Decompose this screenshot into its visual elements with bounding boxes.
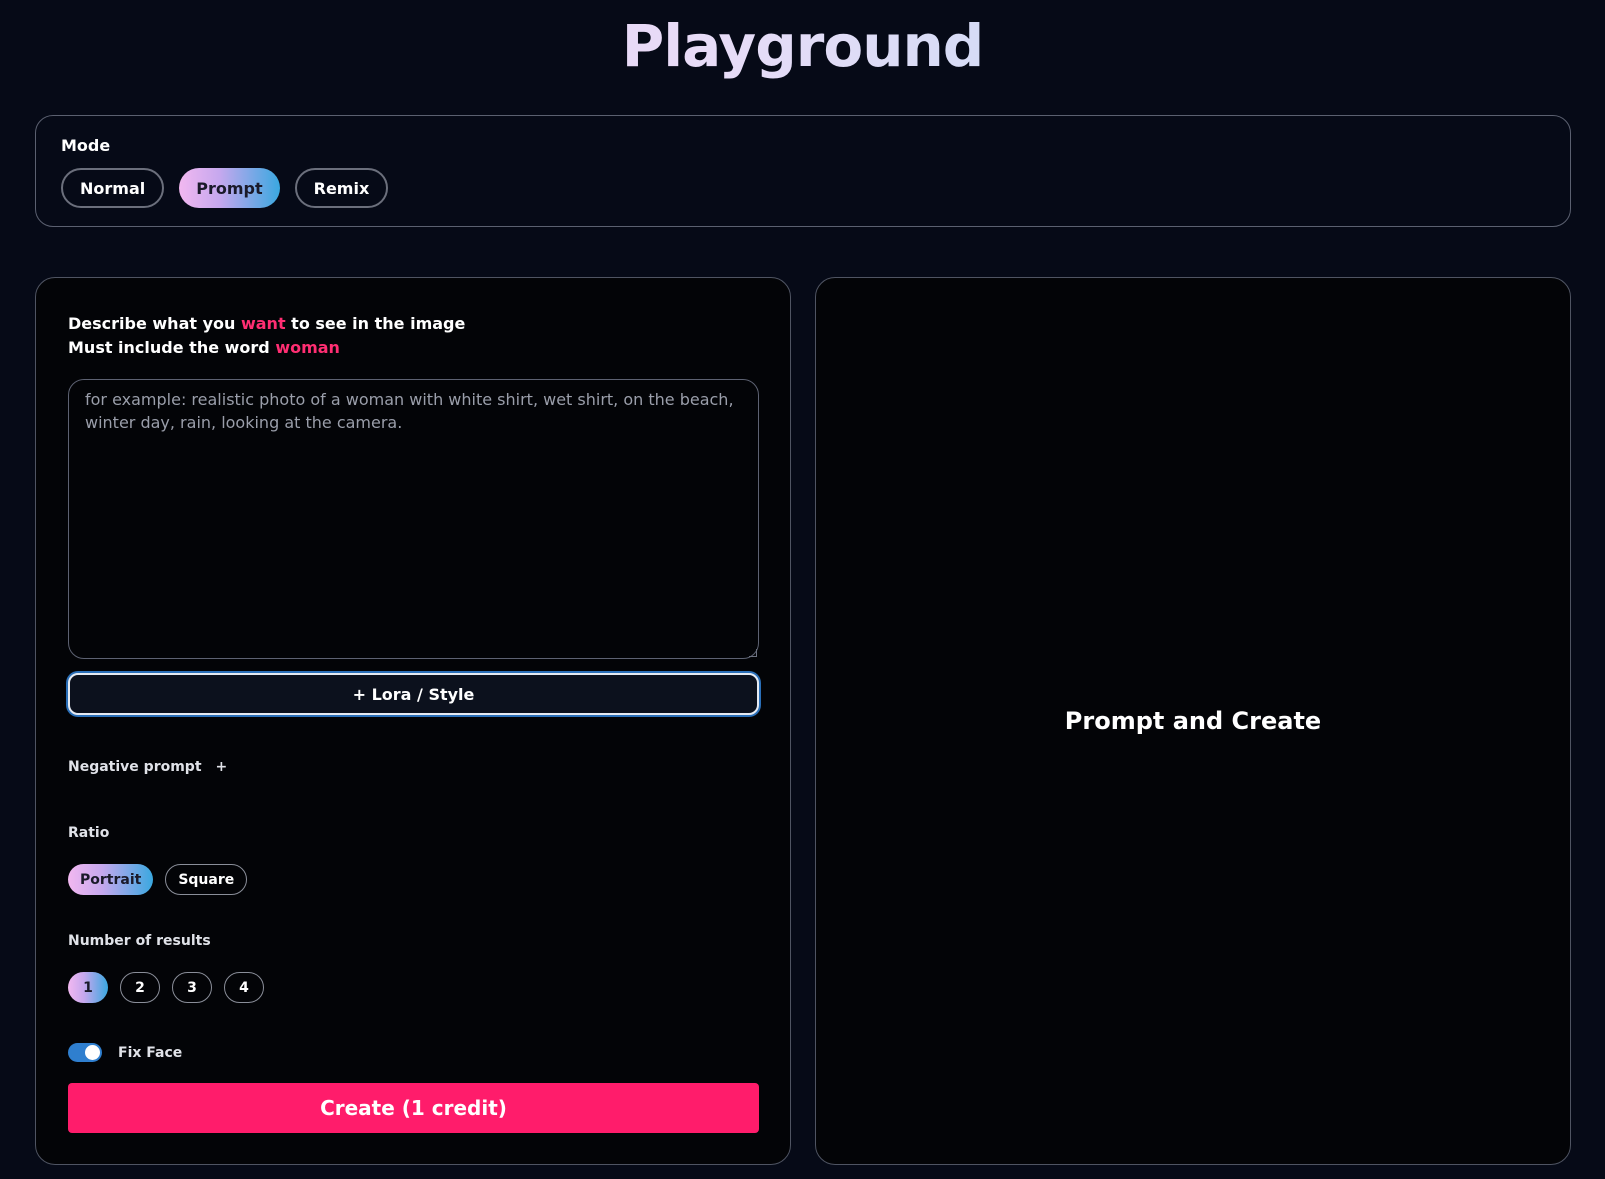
- mode-prompt-button[interactable]: Prompt: [179, 168, 280, 208]
- prompt-instructions: Describe what you want to see in the ima…: [68, 312, 465, 360]
- ratio-square-button[interactable]: Square: [165, 864, 248, 895]
- mode-options: Normal Prompt Remix: [61, 168, 389, 208]
- results-1-button[interactable]: 1: [68, 972, 108, 1003]
- textarea-resize-handle-icon[interactable]: [749, 649, 757, 657]
- create-button[interactable]: Create (1 credit): [68, 1083, 759, 1133]
- ratio-portrait-button[interactable]: Portrait: [68, 864, 154, 895]
- prompt-textarea[interactable]: [68, 379, 759, 659]
- preview-placeholder-title: Prompt and Create: [1064, 707, 1322, 735]
- mode-normal-button[interactable]: Normal: [61, 168, 165, 208]
- results-2-button[interactable]: 2: [120, 972, 160, 1003]
- page-title: Playground: [0, 12, 1605, 80]
- instruction-text: to see in the image: [285, 314, 466, 333]
- negative-prompt-label: Negative prompt: [68, 759, 202, 775]
- ratio-options: Portrait Square: [68, 864, 248, 895]
- instruction-text: Must include the word: [68, 338, 276, 357]
- preview-panel: Prompt and Create: [815, 277, 1571, 1165]
- instruction-accent-want: want: [240, 314, 286, 333]
- mode-panel: Mode Normal Prompt Remix: [35, 115, 1571, 227]
- fix-face-toggle[interactable]: [68, 1043, 102, 1062]
- mode-label: Mode: [61, 136, 111, 155]
- plus-icon: +: [215, 759, 228, 775]
- ratio-label: Ratio: [68, 825, 110, 841]
- page: Playground Mode Normal Prompt Remix Desc…: [0, 0, 1605, 1179]
- instruction-line-2: Must include the word woman: [68, 336, 465, 360]
- prompt-form-panel: Describe what you want to see in the ima…: [35, 277, 791, 1165]
- mode-remix-button[interactable]: Remix: [294, 168, 389, 208]
- add-lora-style-button[interactable]: + Lora / Style: [68, 673, 759, 715]
- negative-prompt-toggle[interactable]: Negative prompt +: [68, 759, 227, 775]
- fix-face-label: Fix Face: [118, 1044, 183, 1061]
- instruction-line-1: Describe what you want to see in the ima…: [68, 312, 465, 336]
- toggle-knob: [85, 1045, 100, 1060]
- results-4-button[interactable]: 4: [224, 972, 264, 1003]
- instruction-accent-woman: woman: [275, 338, 340, 357]
- number-of-results-options: 1 2 3 4: [68, 972, 264, 1003]
- fix-face-row: Fix Face: [68, 1043, 182, 1062]
- number-of-results-label: Number of results: [68, 933, 211, 949]
- instruction-text: Describe what you: [68, 314, 241, 333]
- results-3-button[interactable]: 3: [172, 972, 212, 1003]
